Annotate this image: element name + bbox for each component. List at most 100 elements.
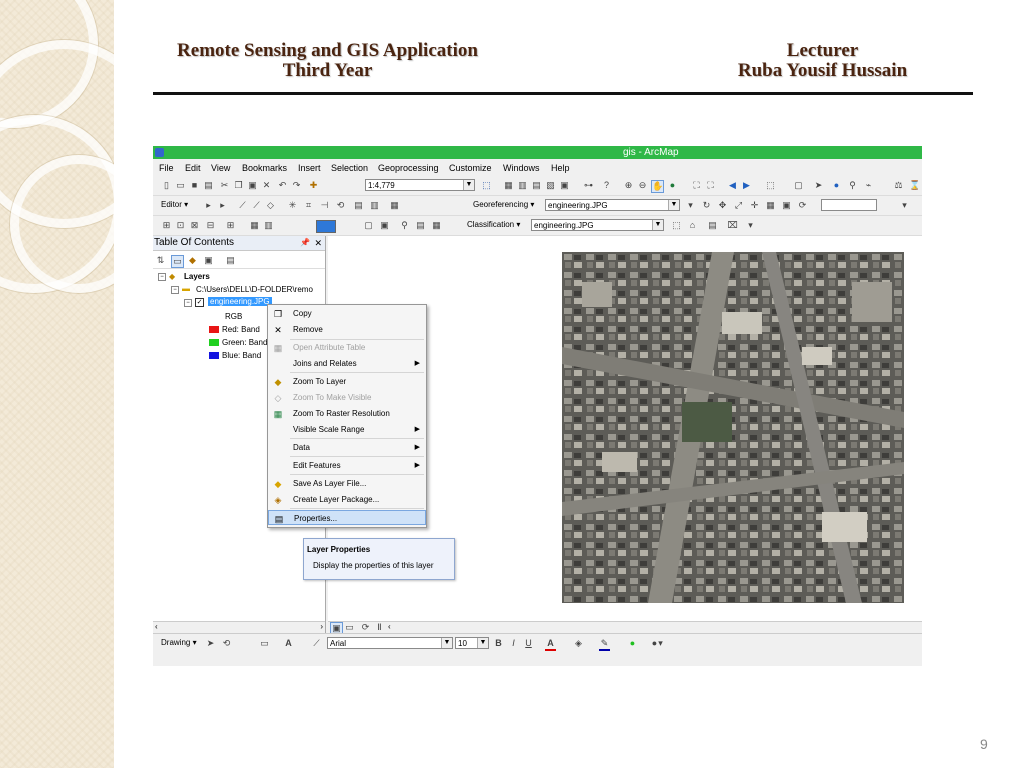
- menu-bookmarks[interactable]: Bookmarks: [242, 163, 287, 173]
- menu-view[interactable]: View: [211, 163, 230, 173]
- georeferencing-menu-button[interactable]: Georeferencing ▾: [473, 200, 534, 209]
- layout-grid-icon[interactable]: ▦: [249, 220, 260, 231]
- context-zoom-to-raster-resolution[interactable]: ▦ Zoom To Raster Resolution: [268, 406, 426, 421]
- measure-icon[interactable]: ⚖: [893, 180, 904, 191]
- layout-view-icon[interactable]: ▭: [344, 622, 355, 633]
- find-icon[interactable]: ⚲: [847, 180, 858, 191]
- overview-icon[interactable]: ▣: [379, 220, 390, 231]
- collapse-icon[interactable]: −: [158, 273, 166, 281]
- toc-options-icon[interactable]: ▤: [225, 255, 236, 266]
- clear-selection-icon[interactable]: ▢: [793, 180, 804, 191]
- shift-raster-icon[interactable]: ✥: [717, 200, 728, 211]
- scale-raster-icon[interactable]: ⤢: [733, 200, 744, 211]
- toolbar-options-icon[interactable]: ▾: [655, 638, 666, 649]
- collapse-icon[interactable]: −: [171, 286, 179, 294]
- text-tool-icon[interactable]: A: [283, 638, 294, 649]
- close-icon[interactable]: ✕: [314, 236, 322, 250]
- cut-icon[interactable]: ✂: [219, 180, 230, 191]
- sample-polygon-icon[interactable]: ⌂: [687, 220, 698, 231]
- collapse-icon[interactable]: −: [184, 299, 192, 307]
- python-window-icon[interactable]: ▣: [559, 180, 570, 191]
- italic-button[interactable]: I: [508, 638, 519, 649]
- snap-vertex-icon[interactable]: ⊟: [205, 220, 216, 231]
- menu-insert[interactable]: Insert: [298, 163, 321, 173]
- underline-button[interactable]: U: [523, 638, 534, 649]
- edit-tool-icon[interactable]: ▸: [203, 200, 214, 211]
- fit-to-display-icon[interactable]: ▣: [781, 200, 792, 211]
- redo-icon[interactable]: ↷: [291, 180, 302, 191]
- magnifier-window-icon[interactable]: ⚲: [399, 220, 410, 231]
- editor-toolbar-icon[interactable]: ⬚: [481, 180, 492, 191]
- trace-icon[interactable]: ⟋: [251, 200, 262, 211]
- refresh-view-icon[interactable]: ⟳: [360, 622, 371, 633]
- model-builder-icon[interactable]: ⊶: [583, 180, 594, 191]
- refresh-icon[interactable]: ⟳: [797, 200, 808, 211]
- context-remove[interactable]: ✕ Remove: [268, 322, 426, 337]
- list-by-selection-icon[interactable]: ▣: [203, 255, 214, 266]
- georef-layer-dropdown[interactable]: engineering.JPG ▼: [545, 199, 680, 211]
- color-swatch-icon[interactable]: [289, 220, 300, 231]
- add-control-points-icon[interactable]: ✛: [749, 200, 760, 211]
- help-icon[interactable]: ?: [601, 180, 612, 191]
- context-save-as-layer-file[interactable]: ◆ Save As Layer File...: [268, 476, 426, 491]
- select-elements-icon[interactable]: ➤: [205, 638, 216, 649]
- bold-button[interactable]: B: [493, 638, 504, 649]
- new-document-icon[interactable]: ▯: [161, 180, 172, 191]
- scroll-left-icon[interactable]: ‹: [388, 622, 391, 631]
- snap-end-icon[interactable]: ⊠: [189, 220, 200, 231]
- select-elements-icon[interactable]: ➤: [813, 180, 824, 191]
- forward-extent-icon[interactable]: ▶: [741, 180, 752, 191]
- font-size-dropdown[interactable]: 10 ▼: [455, 637, 489, 649]
- print-icon[interactable]: ▤: [203, 180, 214, 191]
- edit-vertices-icon[interactable]: ⟋: [311, 638, 322, 649]
- sample-manager-icon[interactable]: ▤: [707, 220, 718, 231]
- context-properties[interactable]: ▤ Properties...: [268, 510, 426, 525]
- layer-name[interactable]: engineering.JPG: [208, 297, 272, 306]
- context-create-layer-package[interactable]: ◈ Create Layer Package...: [268, 492, 426, 507]
- line-color-icon[interactable]: ✎: [599, 638, 610, 651]
- font-name-dropdown[interactable]: Arial ▼: [327, 637, 453, 649]
- open-folder-icon[interactable]: ▭: [175, 180, 186, 191]
- save-icon[interactable]: ■: [189, 180, 200, 191]
- hyperlink-icon[interactable]: ⌁: [863, 180, 874, 191]
- copy-icon[interactable]: ❐: [233, 180, 244, 191]
- time-slider-icon[interactable]: ⌛: [909, 180, 920, 191]
- context-edit-features[interactable]: Edit Features ▶: [268, 458, 426, 473]
- drawing-menu-button[interactable]: Drawing ▾: [161, 638, 197, 647]
- layer-visibility-checkbox[interactable]: ✓: [195, 298, 204, 307]
- rotate-raster-icon[interactable]: ↻: [701, 200, 712, 211]
- rotate-icon[interactable]: ⟲: [335, 200, 346, 211]
- histogram-icon[interactable]: ⌧: [727, 220, 738, 231]
- toc-horizontal-scrollbar[interactable]: ‹ ›: [153, 621, 325, 633]
- straight-segment-icon[interactable]: ⟋: [237, 200, 248, 211]
- georef-search-field[interactable]: [821, 199, 877, 211]
- rectangle-icon[interactable]: ▭: [259, 638, 270, 649]
- swipe-icon[interactable]: ▦: [431, 220, 442, 231]
- menu-selection[interactable]: Selection: [331, 163, 368, 173]
- attributes-icon[interactable]: ▤: [353, 200, 364, 211]
- add-data-icon[interactable]: ✚: [308, 180, 319, 191]
- split-icon[interactable]: ⊣: [319, 200, 330, 211]
- zoom-out-icon[interactable]: ⊖: [637, 180, 648, 191]
- fill-color-icon[interactable]: ◈: [573, 638, 584, 649]
- fill-color-swatch[interactable]: [316, 220, 336, 233]
- identify-icon[interactable]: ●: [831, 180, 842, 191]
- zoom-in-icon[interactable]: ⊕: [623, 180, 634, 191]
- training-sample-icon[interactable]: ⬚: [671, 220, 682, 231]
- menu-windows[interactable]: Windows: [503, 163, 540, 173]
- context-open-attribute-table[interactable]: ▦ Open Attribute Table: [268, 340, 426, 355]
- toolbar-options-icon[interactable]: ▾: [899, 200, 910, 211]
- snapping-icon[interactable]: ⊞: [161, 220, 172, 231]
- back-extent-icon[interactable]: ◀: [727, 180, 738, 191]
- rotate-element-icon[interactable]: ⟲: [221, 638, 232, 649]
- font-color-icon[interactable]: A: [545, 638, 556, 651]
- select-features-icon[interactable]: ⬚: [765, 180, 776, 191]
- cut-polygons-icon[interactable]: ⌗: [303, 200, 314, 211]
- menu-geoprocessing[interactable]: Geoprocessing: [378, 163, 439, 173]
- catalog-icon[interactable]: ▥: [517, 180, 528, 191]
- context-zoom-to-make-visible[interactable]: ◇ Zoom To Make Visible: [268, 390, 426, 405]
- context-zoom-to-layer[interactable]: ◆ Zoom To Layer: [268, 374, 426, 389]
- context-copy[interactable]: ❐ Copy: [268, 306, 426, 321]
- new-window-icon[interactable]: ▢: [363, 220, 374, 231]
- view-link-table-icon[interactable]: ▦: [765, 200, 776, 211]
